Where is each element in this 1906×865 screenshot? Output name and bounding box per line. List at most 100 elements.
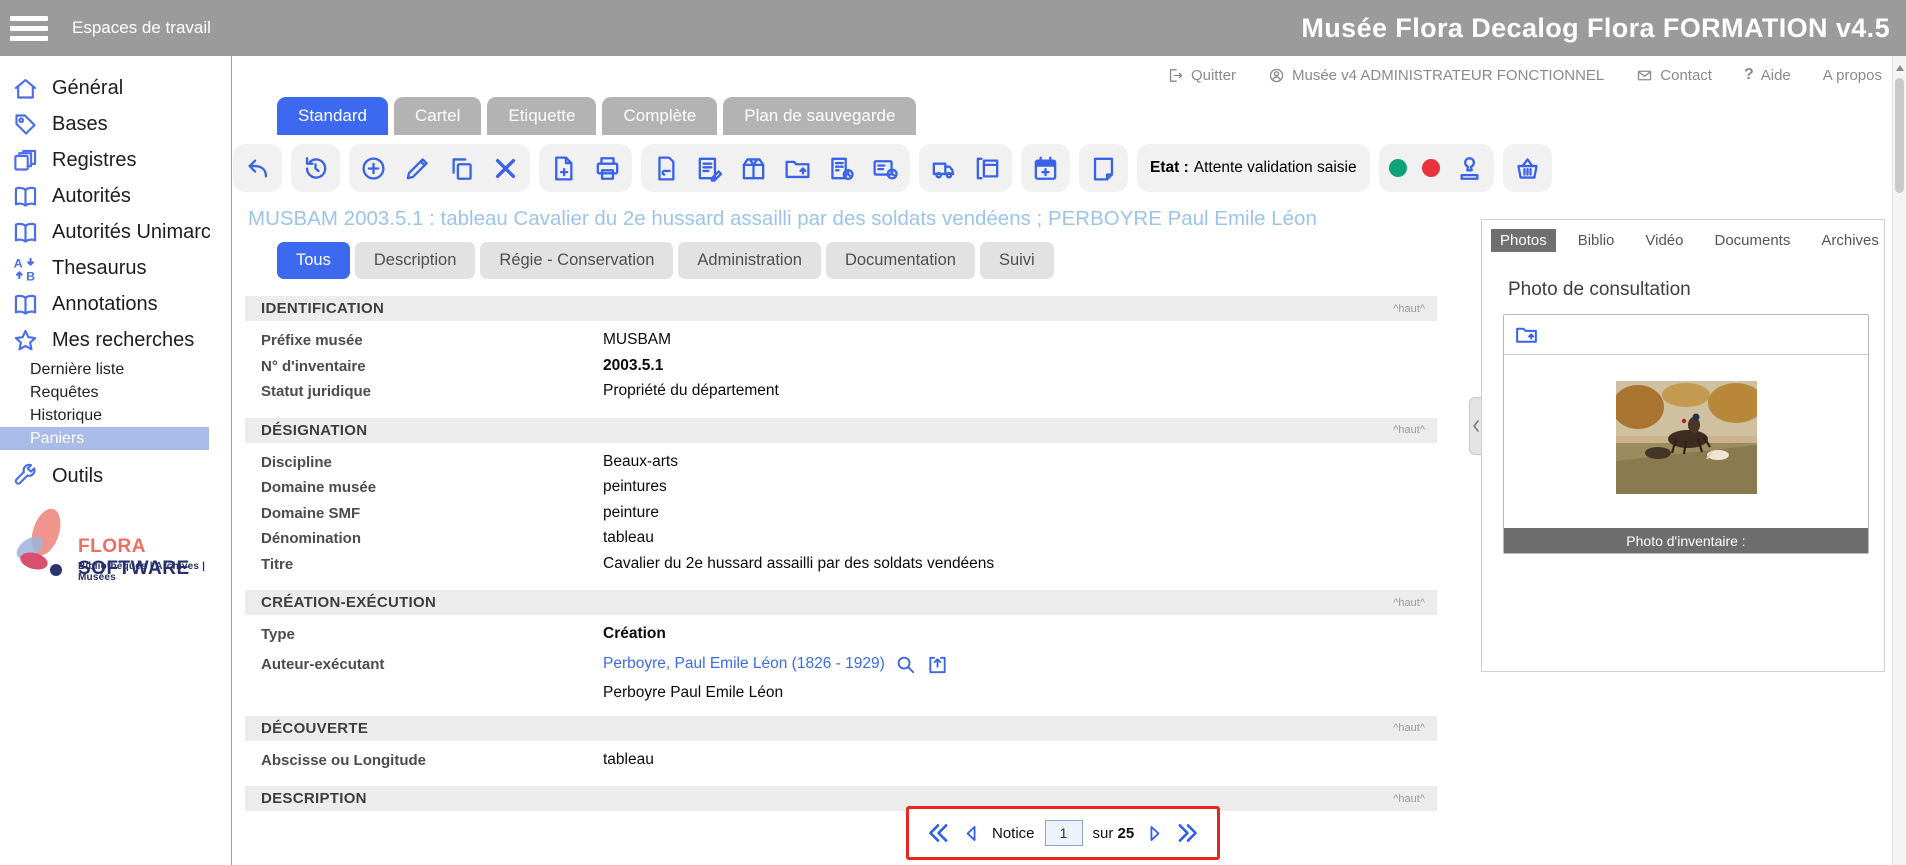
calendar-add-icon[interactable] [1031, 154, 1060, 183]
field-row: Domaine SMFpeinture [245, 502, 1437, 528]
detail-tab-administration[interactable]: Administration [678, 242, 821, 279]
next-record-icon[interactable] [1144, 823, 1165, 844]
vertical-scrollbar[interactable] [1892, 56, 1906, 865]
sidebar-subitem-historique[interactable]: Historique [0, 404, 231, 427]
hamburger-menu-icon[interactable] [10, 16, 48, 41]
current-user[interactable]: Musée v4 ADMINISTRATEUR FONCTIONNEL [1268, 67, 1604, 84]
mode-tab-etiquette[interactable]: Etiquette [487, 97, 596, 135]
reject-red-dot[interactable] [1422, 159, 1440, 177]
sidebar-item-autorites[interactable]: Autorités [0, 178, 231, 214]
section-header-decouverte: DÉCOUVERTE ^haut^ [245, 716, 1437, 741]
field-label: Domaine SMF [261, 502, 603, 522]
detail-tab-regie-conservation[interactable]: Régie - Conservation [480, 242, 673, 279]
print-icon[interactable] [593, 154, 622, 183]
sidebar-item-autorites-unimarc[interactable]: Autorités Unimarc [0, 214, 231, 250]
sidebar-item-general[interactable]: Général [0, 70, 231, 106]
back-to-top-link[interactable]: ^haut^ [1393, 597, 1425, 609]
toolbar-group-validation [1379, 144, 1494, 192]
storage-icon[interactable] [973, 154, 1002, 183]
folder-export-icon[interactable] [1514, 322, 1539, 347]
add-record-icon[interactable] [359, 154, 388, 183]
tag-icon [12, 111, 39, 138]
back-to-top-link[interactable]: ^haut^ [1393, 424, 1425, 436]
exit-icon [1167, 67, 1184, 84]
back-to-top-link[interactable]: ^haut^ [1393, 303, 1425, 315]
mode-tab-standard[interactable]: Standard [277, 97, 388, 135]
sidebar-subitem-paniers[interactable]: Paniers [0, 427, 209, 450]
logo-flora-text: FLORA [78, 536, 145, 557]
workspace-label[interactable]: Espaces de travail [72, 18, 211, 38]
panel-collapse-handle[interactable] [1469, 397, 1481, 455]
section-title: IDENTIFICATION [261, 300, 384, 317]
basket-icon[interactable] [1513, 154, 1542, 183]
history-icon[interactable] [301, 154, 330, 183]
author-authority-link[interactable]: Perboyre, Paul Emile Léon (1826 - 1929) [603, 655, 885, 673]
search-authority-icon[interactable] [894, 653, 917, 676]
note-icon[interactable] [1089, 154, 1118, 183]
sidebar-item-label: Autorités [52, 185, 131, 208]
detail-tab-documentation[interactable]: Documentation [826, 242, 975, 279]
scroll-up-arrow-icon[interactable] [1896, 61, 1904, 71]
help-button[interactable]: ? Aide [1744, 66, 1791, 84]
edit-icon[interactable] [403, 154, 432, 183]
field-row: DisciplineBeaux-arts [245, 451, 1437, 477]
validate-green-dot[interactable] [1389, 159, 1407, 177]
photo-section-title: Photo de consultation [1508, 279, 1884, 301]
last-record-icon[interactable] [1175, 820, 1201, 846]
contact-button[interactable]: Contact [1636, 67, 1712, 84]
sidebar-subitem-derniere-liste[interactable]: Dernière liste [0, 358, 231, 381]
export-record-icon[interactable] [549, 154, 578, 183]
toolbar-group-edit [349, 144, 530, 192]
undo-icon[interactable] [243, 154, 272, 183]
pagination-total-count: 25 [1118, 825, 1135, 842]
open-authority-icon[interactable] [926, 653, 949, 676]
sidebar-item-bases[interactable]: Bases [0, 106, 231, 142]
building-clock-icon[interactable] [827, 154, 856, 183]
folder-export-icon[interactable] [783, 154, 812, 183]
detail-tab-description[interactable]: Description [355, 242, 476, 279]
media-tabs: Photos Biblio Vidéo Documents Archives [1491, 229, 1884, 252]
status-value: Attente validation saisie [1194, 159, 1357, 177]
sidebar-item-mes-recherches[interactable]: Mes recherches [0, 322, 231, 358]
sidebar-subitem-requetes[interactable]: Requêtes [0, 381, 231, 404]
back-to-top-link[interactable]: ^haut^ [1393, 722, 1425, 734]
record-number-input[interactable] [1045, 820, 1083, 846]
stamp-icon[interactable] [1455, 154, 1484, 183]
status-label: Etat : [1150, 159, 1189, 177]
edit-form-icon[interactable] [695, 154, 724, 183]
media-tab-biblio[interactable]: Biblio [1569, 229, 1624, 252]
toolbar-group-history [291, 144, 340, 192]
transport-icon[interactable] [929, 154, 958, 183]
about-button[interactable]: A propos [1823, 67, 1882, 84]
first-record-icon[interactable] [925, 820, 951, 846]
media-tab-video[interactable]: Vidéo [1636, 229, 1692, 252]
detail-tabs: Tous Description Régie - Conservation Ad… [277, 242, 1437, 279]
quit-button[interactable]: Quitter [1167, 67, 1236, 84]
field-value: Cavalier du 2e hussard assailli par des … [603, 553, 994, 573]
detail-tab-suivi[interactable]: Suivi [980, 242, 1054, 279]
previous-record-icon[interactable] [961, 823, 982, 844]
card-clock-icon[interactable] [871, 154, 900, 183]
field-row: TypeCréation [245, 623, 1437, 649]
media-tab-archives[interactable]: Archives [1812, 229, 1888, 252]
mode-tab-cartel[interactable]: Cartel [394, 97, 481, 135]
detail-tab-tous[interactable]: Tous [277, 242, 350, 279]
back-to-top-link[interactable]: ^haut^ [1393, 793, 1425, 805]
media-tab-documents[interactable]: Documents [1705, 229, 1799, 252]
sidebar-item-outils[interactable]: Outils [0, 458, 231, 494]
photo-caption-bar: Photo d'inventaire : [1504, 528, 1868, 553]
copy-icon[interactable] [447, 154, 476, 183]
mode-tab-plan-sauvegarde[interactable]: Plan de sauvegarde [723, 97, 916, 135]
inventory-photo-thumbnail[interactable] [1616, 381, 1757, 494]
sidebar-item-annotations[interactable]: Annotations [0, 286, 231, 322]
field-label: Discipline [261, 451, 603, 471]
sidebar-item-thesaurus[interactable]: AB Thesaurus [0, 250, 231, 286]
media-tab-photos[interactable]: Photos [1491, 229, 1556, 252]
sidebar-item-registres[interactable]: Registres [0, 142, 231, 178]
delete-icon[interactable] [491, 154, 520, 183]
package-icon[interactable] [739, 154, 768, 183]
section-title: DÉSIGNATION [261, 422, 367, 439]
mode-tab-complete[interactable]: Complète [602, 97, 717, 135]
scrollbar-thumb[interactable] [1895, 78, 1904, 193]
attach-page-icon[interactable] [651, 154, 680, 183]
